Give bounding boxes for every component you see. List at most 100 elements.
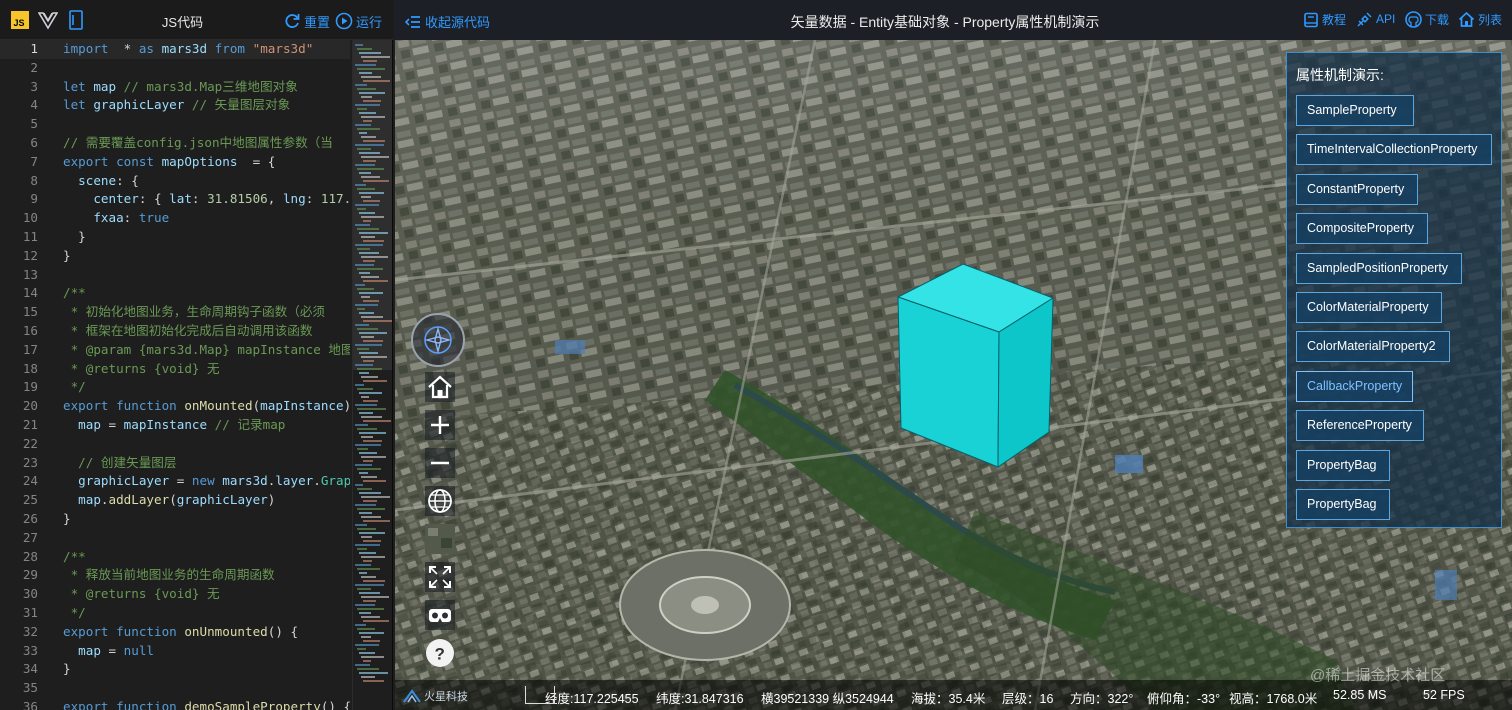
minimap-line [359,472,368,474]
line-number: 6 [30,134,38,150]
code-line[interactable]: 14 /** [0,284,350,303]
zoom-out-icon[interactable] [425,448,455,478]
code-token: mapInstance [260,398,344,414]
code-token: ) { [344,398,350,413]
code-line[interactable]: 28 /** [0,548,350,567]
minimap-line [357,548,367,550]
minimap-line [361,496,390,498]
code-token: : [191,191,208,207]
code-line[interactable]: 4 let graphicLayer // 矢量图层对象 [0,96,350,115]
code-line[interactable]: 24 graphicLayer = new mars3d.layer.Grap [0,472,350,491]
code-line[interactable]: 29 * 释放当前地图业务的生命周期函数 [0,566,350,585]
collapse-code-button[interactable]: 收起源代码 [405,12,490,31]
code-line[interactable]: 9 center: { lat: 31.81506, lng: 117. [0,190,350,209]
code-line[interactable]: 10 fxaa: true [0,209,350,228]
code-line[interactable]: 5 [0,115,350,134]
property-button-colormaterialproperty2[interactable]: ColorMaterialProperty2 [1296,331,1450,363]
code-line[interactable]: 33 map = null [0,642,350,661]
code-line[interactable]: 32 export function onUnmounted() { [0,623,350,642]
property-button-callbackproperty[interactable]: CallbackProperty [1296,370,1414,402]
property-button-compositeproperty[interactable]: CompositeProperty [1296,213,1428,245]
code-line[interactable]: 30 * @returns {void} 无 [0,585,350,604]
box-entity[interactable] [896,263,1055,468]
file-icon[interactable] [66,10,86,30]
api-link[interactable]: API [1357,11,1395,27]
code-token: () { [267,623,299,639]
home-view-icon[interactable] [425,372,455,402]
property-button-colormaterialproperty[interactable]: ColorMaterialProperty [1296,292,1442,323]
code-line[interactable]: 3 let map // mars3d.Map三维地图对象 [0,78,350,97]
code-line[interactable]: 34} [0,660,350,679]
code-line[interactable]: 23 // 创建矢量图层 [0,454,350,473]
minimap-line [357,108,367,110]
minimap-line [359,172,371,174]
code-line[interactable]: 16 * 框架在地图初始化完成后自动调用该函数 [0,322,350,341]
code-token: layer [275,473,314,489]
code-line[interactable]: 17 * @param {mars3d.Map} mapInstance 地图 [0,341,350,360]
code-line[interactable]: 36 export function demoSampleProperty() { [0,698,350,710]
code-line[interactable]: 11 } [0,228,350,247]
code-token: = { [245,153,276,169]
code-line[interactable]: 20 export function onMounted(mapInstance)… [0,397,350,416]
globe-icon[interactable] [425,486,455,516]
code-line[interactable]: 2 [0,59,350,78]
reset-button[interactable]: 重置 [283,10,330,32]
property-button-referenceproperty[interactable]: ReferenceProperty [1296,410,1424,442]
code-text: map.addLayer(graphicLayer) [63,491,275,510]
code-line[interactable]: 31 */ [0,604,350,623]
code-line[interactable]: 19 */ [0,378,350,397]
code-line[interactable]: 6 // 需要覆盖config.json中地图属性参数（当 [0,134,350,153]
code-line[interactable]: 8 scene: { [0,172,350,191]
property-button-constantproperty[interactable]: ConstantProperty [1296,173,1418,205]
property-button-propertybag[interactable]: PropertyBag [1296,489,1390,520]
code-token: * 框架在地图初始化完成后自动调用该函数 [63,322,313,338]
minimap-line [363,640,380,642]
code-token: mars3d [214,473,268,489]
code-line[interactable]: 12} [0,247,350,266]
code-token: = [100,416,124,432]
code-line[interactable]: 13 [0,266,350,285]
property-button-sampledpositionproperty[interactable]: SampledPositionProperty [1296,252,1462,284]
code-line[interactable]: 35 [0,679,350,698]
minimap-line [361,276,379,278]
minimap-line [355,44,363,46]
minimap-line [355,444,381,446]
basemap-thumbnail[interactable] [425,524,455,554]
code-line[interactable]: 25 map.addLayer(graphicLayer) [0,491,350,510]
help-icon[interactable]: ? [425,638,455,668]
code-line[interactable]: 18 * @returns {void} 无 [0,360,350,379]
code-token: const [108,153,154,169]
pitch-readout: 俯仰角：-33° [1147,692,1221,706]
minimap-line [359,632,384,634]
code-line[interactable]: 22 [0,435,350,454]
download-link[interactable]: 下载 [1405,11,1449,28]
vr-icon[interactable] [425,600,455,630]
minimap-line [357,308,365,310]
vue-logo-icon[interactable] [37,10,59,30]
minimap-line [355,604,375,606]
code-line[interactable]: 7 export const mapOptions = { [0,153,350,172]
code-text: import * as mars3d from "mars3d" [63,40,313,59]
run-button[interactable]: 运行 [335,10,382,32]
property-button-sampleproperty[interactable]: SampleProperty [1296,95,1414,126]
code-editor[interactable]: 1 import * as mars3d from "mars3d" 2 3 let m… [0,40,350,710]
list-link[interactable]: 列表 [1458,11,1502,28]
property-button-timeintervalcollectionproperty[interactable]: TimeIntervalCollectionProperty [1296,134,1492,166]
tutorial-link[interactable]: 教程 [1303,11,1346,28]
code-line[interactable]: 27 [0,529,350,548]
minimap-line [357,148,371,150]
code-line[interactable]: 26} [0,510,350,529]
code-panel: JS JS代码 重置 运行 1 import * as mars3d from "… [0,0,393,710]
fullscreen-icon[interactable] [425,562,455,592]
code-line[interactable]: 15 * 初始化地图业务，生命周期钩子函数（必须 [0,303,350,322]
code-minimap[interactable] [352,40,392,710]
minimap-line [363,320,392,322]
line-number: 17 [22,341,38,357]
js-file-icon[interactable]: JS [10,10,30,30]
code-line[interactable]: 21 map = mapInstance // 记录map [0,416,350,435]
property-button-propertybag[interactable]: PropertyBag [1296,449,1390,481]
compass-icon[interactable] [410,312,466,368]
minimap-line [363,440,382,442]
code-line[interactable]: 1 import * as mars3d from "mars3d" [0,40,350,59]
zoom-in-icon[interactable] [425,410,455,440]
